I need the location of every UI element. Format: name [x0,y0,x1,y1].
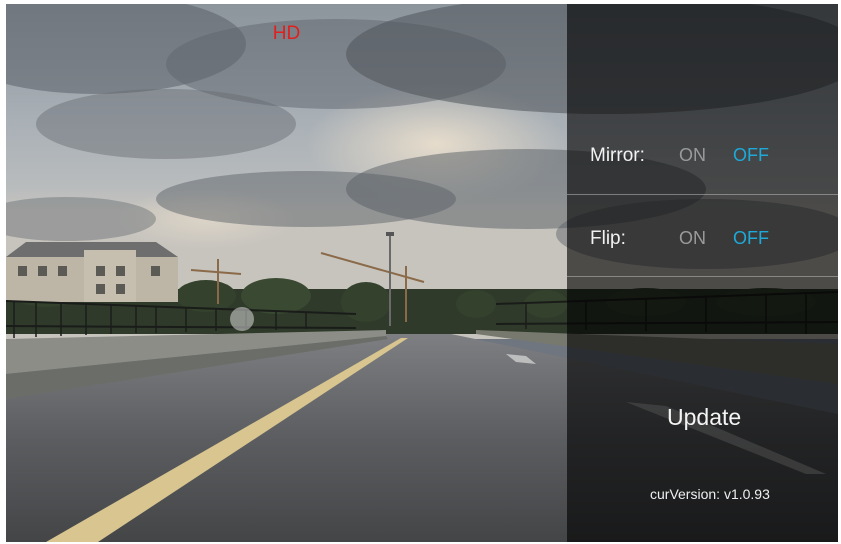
mirror-off-option[interactable]: OFF [733,145,769,166]
flip-setting-row: Flip: ON OFF [567,198,838,280]
flip-label: Flip: [590,228,626,249]
resolution-indicator: HD [272,23,301,44]
version-value: v1.0.93 [723,486,770,502]
version-info: curVersion: v1.0.93 [650,486,770,502]
mirror-on-option[interactable]: ON [679,145,706,166]
flip-on-option[interactable]: ON [679,228,706,249]
update-button[interactable]: Update [667,404,741,431]
divider [567,276,838,277]
mirror-setting-row: Mirror: ON OFF [567,115,838,197]
version-prefix: curVersion: [650,486,721,502]
camera-preview-screen: HD Mirror: ON OFF Flip: ON OFF Update cu… [6,4,838,542]
mirror-label: Mirror: [590,145,645,166]
settings-panel: Mirror: ON OFF Flip: ON OFF Update curVe… [567,4,838,542]
divider [567,194,838,195]
flip-off-option[interactable]: OFF [733,228,769,249]
